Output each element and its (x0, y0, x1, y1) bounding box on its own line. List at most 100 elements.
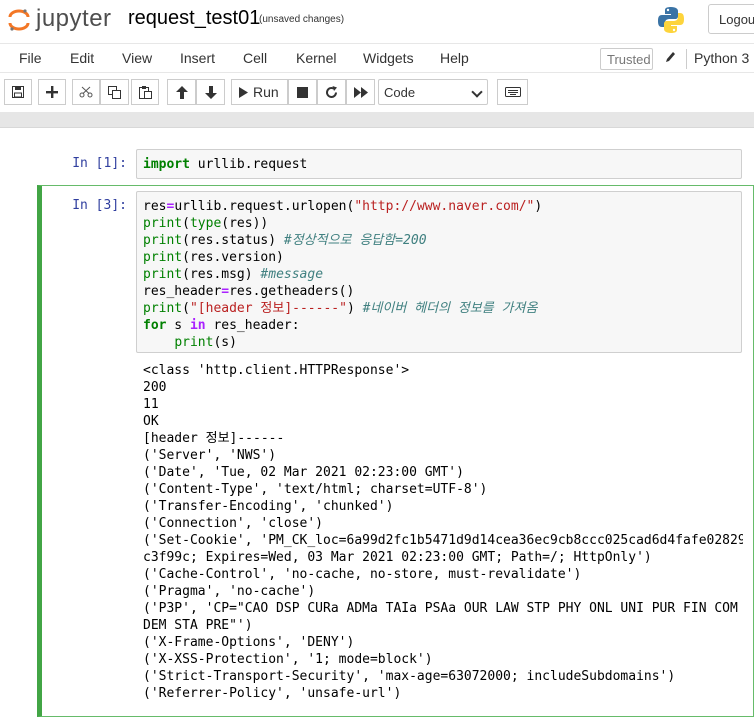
code-token: ) (346, 301, 363, 316)
restart-icon (325, 85, 338, 99)
output-line: ('Pragma', 'no-cache') (143, 584, 316, 599)
output-line: OK (143, 414, 159, 429)
cell-2-input[interactable]: res = urllib.request.urlopen("http://www.n… (136, 191, 742, 353)
restart-run-all-button[interactable] (346, 79, 375, 105)
arrow-down-icon (204, 85, 217, 99)
move-down-button[interactable] (196, 79, 225, 105)
run-button[interactable]: Run (231, 79, 288, 105)
output-line: ('Transfer-Encoding', 'chunked') (143, 499, 394, 514)
cut-button[interactable] (72, 79, 100, 105)
output-line: ('Date', 'Tue, 02 Mar 2021 02:23:00 GMT'… (143, 465, 464, 480)
plus-icon (46, 86, 58, 98)
paste-button[interactable] (131, 79, 159, 105)
code-token: (res.status) (182, 233, 284, 248)
code-token: ) (534, 199, 543, 214)
output-line: [header 정보]------ (143, 431, 285, 446)
cut-icon (79, 86, 93, 98)
save-icon (12, 86, 24, 98)
output-line: ('Server', 'NWS') (143, 448, 277, 463)
command-palette-button[interactable] (497, 79, 528, 105)
output-line: ('X-XSS-Protection', '1; mode=block') (143, 652, 433, 667)
cell-2-output: <class 'http.client.HTTPResponse'> 200 11 O… (143, 362, 743, 702)
output-line: 200 (143, 380, 167, 395)
jupyter-logo-icon (8, 8, 30, 31)
output-line: ('Cache-Control', 'no-cache, no-store, m… (143, 567, 582, 582)
menu-file[interactable]: File (19, 50, 42, 66)
notebook-top-band (0, 112, 754, 128)
chevron-down-icon (471, 86, 483, 98)
code-line: print("[header 정보]------") #네이버 헤더의 정보를 … (143, 300, 735, 317)
output-line: <class 'http.client.HTTPResponse'> (143, 363, 410, 378)
copy-icon (108, 85, 121, 99)
output-line: ('Strict-Transport-Security', 'max-age=6… (143, 669, 676, 684)
save-button[interactable] (4, 79, 32, 105)
code-token: #정상적으로 응답함=200 (283, 233, 427, 248)
output-line: ('Connection', 'close') (143, 516, 324, 531)
cell-1-prompt: In [1]: (72, 156, 127, 171)
notebook-title[interactable]: request_test01 (128, 7, 260, 30)
insert-cell-button[interactable] (38, 79, 66, 105)
code-token: in (189, 318, 206, 333)
menu-insert[interactable]: Insert (180, 50, 215, 66)
toolbar: Run Code (0, 75, 754, 109)
code-line: import urllib.request (143, 156, 735, 173)
menu-view[interactable]: View (122, 50, 152, 66)
kernel-name[interactable]: Python 3 (694, 50, 749, 66)
menubar: File Edit View Insert Cell Kernel Widget… (0, 43, 754, 73)
code-line: print(s) (143, 334, 735, 351)
header: jupyter request_test01 (unsaved changes)… (0, 0, 754, 40)
output-line: DEM STA PRE"') (143, 618, 253, 633)
cell-type-select[interactable]: Code (378, 79, 488, 105)
code-token: type (189, 216, 222, 231)
code-token: res_header (143, 284, 222, 299)
menu-cell[interactable]: Cell (243, 50, 267, 66)
stop-icon (297, 86, 308, 98)
notebook-container: In [1]: import urllib.request In [3]: re… (0, 128, 754, 722)
code-token: res_header: (205, 318, 300, 333)
code-token: print (143, 216, 183, 231)
code-token: res.getheaders() (229, 284, 355, 299)
output-line: c3f99c; Expires=Wed, 03 Mar 2021 02:23:0… (143, 550, 652, 565)
code-line: print(res.status) #정상적으로 응답함=200 (143, 232, 735, 249)
menu-widgets[interactable]: Widgets (363, 50, 414, 66)
output-line: ('Content-Type', 'text/html; charset=UTF… (143, 482, 488, 497)
python-logo-icon (656, 5, 686, 35)
interrupt-button[interactable] (288, 79, 317, 105)
output-line: 11 (143, 397, 159, 412)
code-line: print(res.msg) #message (143, 266, 735, 283)
menu-edit[interactable]: Edit (70, 50, 94, 66)
menu-help[interactable]: Help (440, 50, 469, 66)
code-token: = (221, 284, 230, 299)
kernel-separator (686, 49, 687, 69)
code-token: urllib.request (189, 157, 308, 172)
code-token: "[header 정보]------" (189, 301, 347, 316)
code-token: ( (182, 216, 190, 231)
code-token: "http://www.naver.com/" (354, 199, 535, 214)
code-token: (s) (213, 335, 237, 350)
trusted-indicator[interactable]: Trusted (600, 48, 653, 70)
edit-pencil-icon[interactable] (664, 50, 676, 67)
cell-1-input[interactable]: import urllib.request (136, 149, 742, 179)
output-line: ('P3P', 'CP="CAO DSP CURa ADMa TAIa PSAa… (143, 601, 743, 616)
code-line: res=urllib.request.urlopen("http://www.n… (143, 198, 735, 215)
code-line: res_header=res.getheaders() (143, 283, 735, 300)
move-up-button[interactable] (167, 79, 196, 105)
run-label: Run (253, 84, 279, 100)
restart-button[interactable] (317, 79, 346, 105)
code-token: (res)) (221, 216, 269, 231)
copy-button[interactable] (100, 79, 129, 105)
output-line: ('X-Frame-Options', 'DENY') (143, 635, 355, 650)
paste-icon (138, 85, 152, 99)
output-line: ('Referrer-Policy', 'unsafe-url') (143, 686, 402, 701)
logout-button[interactable]: Logout (708, 4, 754, 34)
jupyter-logo[interactable]: jupyter (8, 5, 112, 33)
save-status: (unsaved changes) (259, 14, 345, 25)
menu-kernel[interactable]: Kernel (296, 50, 336, 66)
code-token: #message (260, 267, 324, 282)
code-line: print(res.version) (143, 249, 735, 266)
code-token: res (143, 199, 167, 214)
code-token: print (143, 250, 183, 265)
fast-forward-icon (353, 86, 368, 98)
play-icon (239, 86, 248, 98)
